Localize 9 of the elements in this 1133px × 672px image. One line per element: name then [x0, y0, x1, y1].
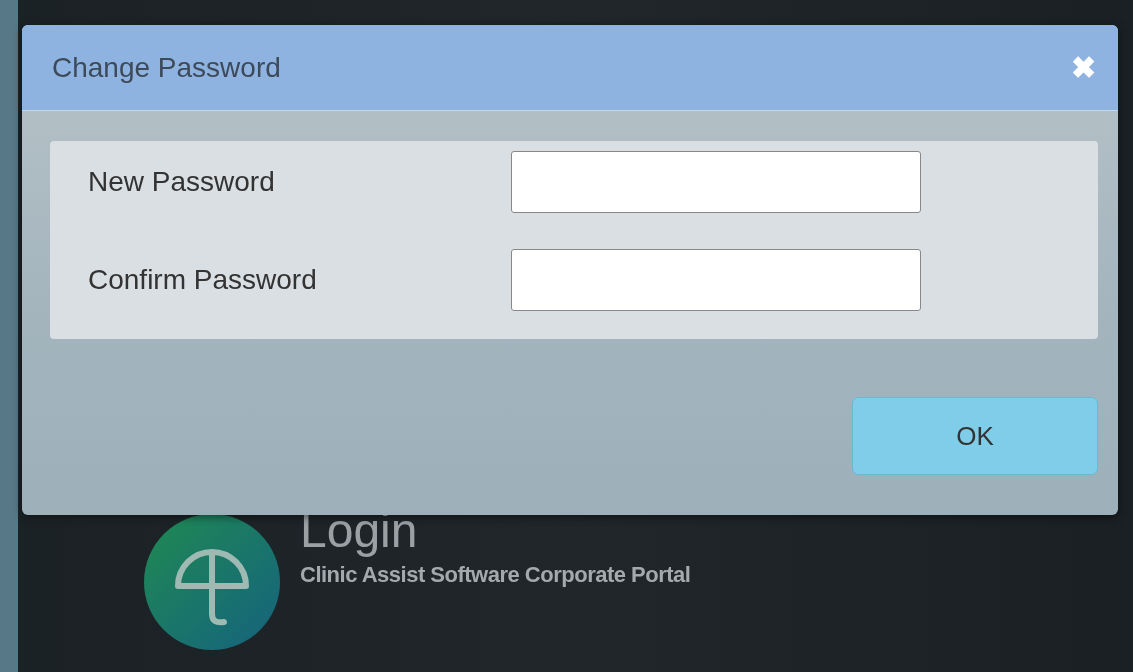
logo-icon	[144, 514, 280, 650]
login-subtitle: Clinic Assist Software Corporate Portal	[300, 562, 691, 588]
field-label: New Password	[88, 166, 276, 198]
ok-button[interactable]: OK	[852, 397, 1098, 475]
dialog-title: Change Password	[52, 51, 281, 84]
password-field[interactable]	[511, 151, 921, 213]
login-title: Login	[300, 506, 419, 556]
password-field[interactable]	[511, 249, 921, 311]
field-label: Confirm Password	[88, 264, 318, 296]
